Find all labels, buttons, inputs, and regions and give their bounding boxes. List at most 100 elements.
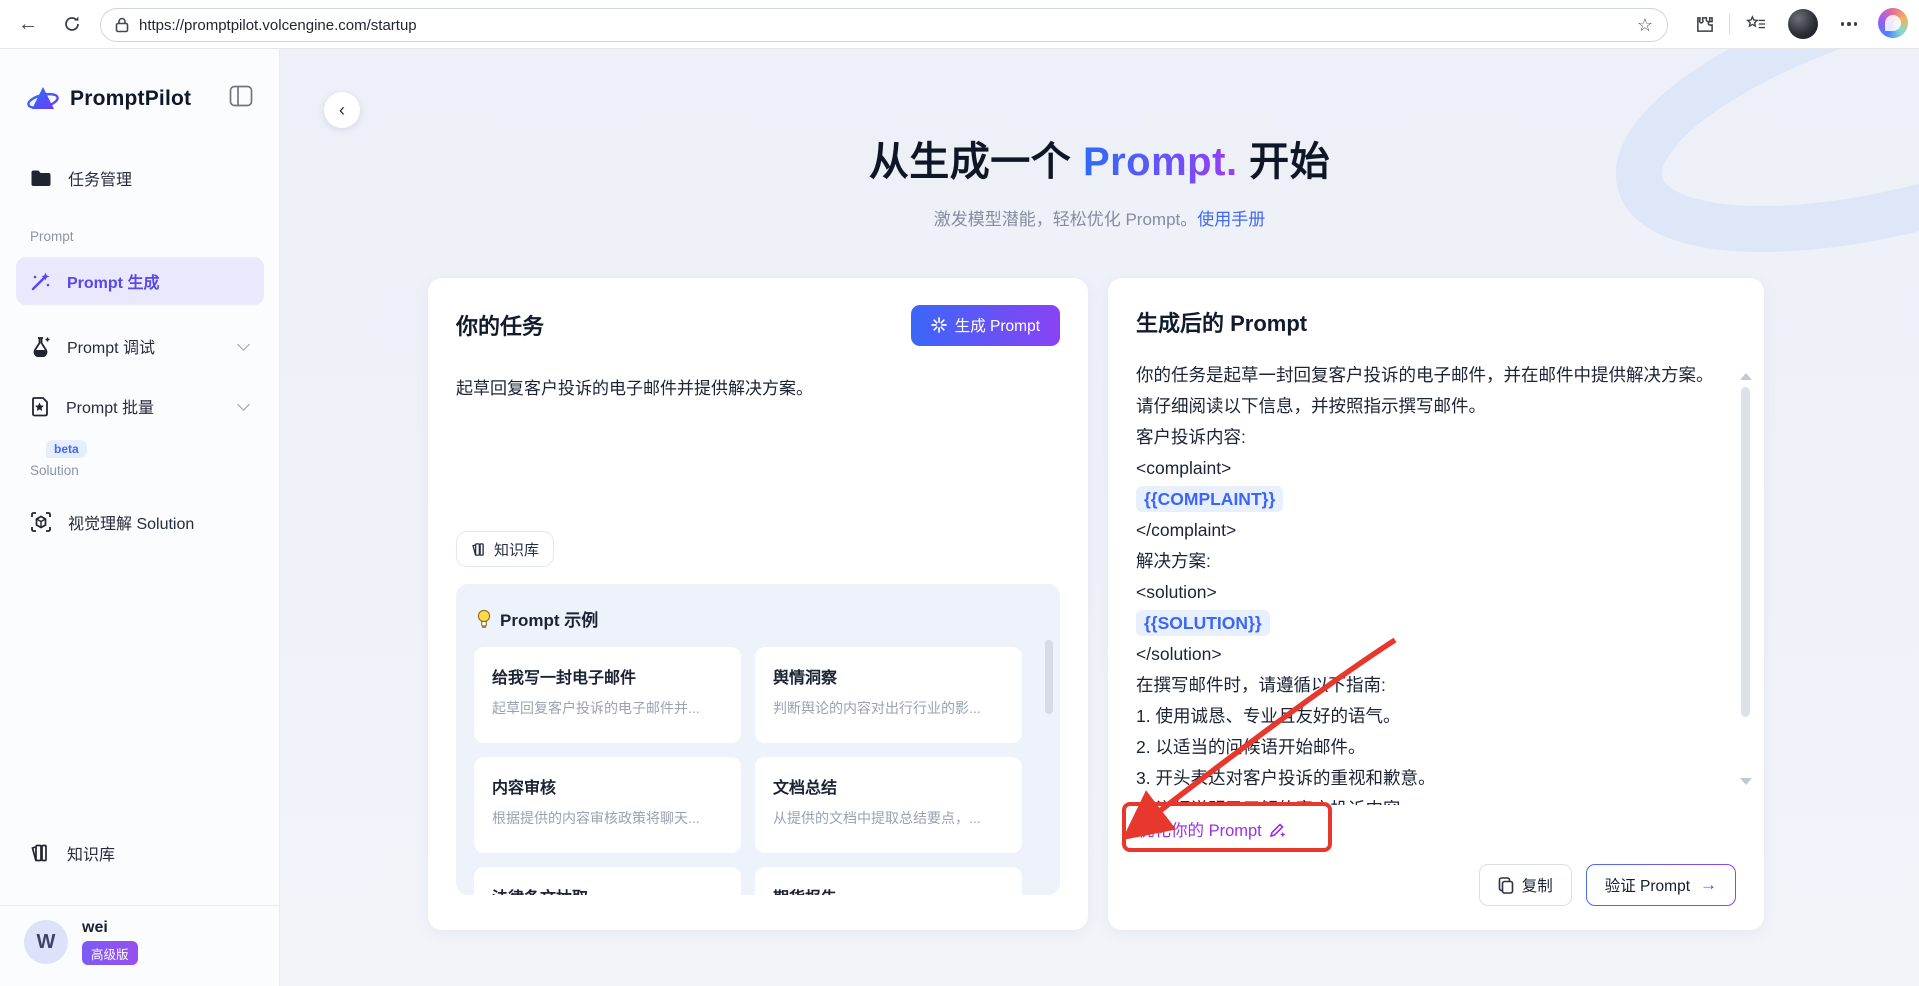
section-label-prompt: Prompt <box>30 229 74 244</box>
lock-icon <box>115 17 129 33</box>
page-title: 从生成一个 Prompt. 开始 <box>868 140 1331 184</box>
prompt-line: <complaint> <box>1136 458 1232 478</box>
prompt-line: 在撰写邮件时，请遵循以下指南: <box>1136 675 1386 695</box>
sidebar-item-knowledge-base[interactable]: 知识库 <box>16 832 264 874</box>
prompt-line: {{COMPLAINT}} <box>1136 484 1708 515</box>
prompt-examples-panel: Prompt 示例 给我写一封电子邮件 起草回复客户投诉的电子邮件并... 舆情洞察… <box>456 584 1060 895</box>
sidebar-collapse-icon[interactable] <box>229 85 255 111</box>
sidebar-item-label: 视觉理解 Solution <box>68 516 195 533</box>
prompt-line: 3. 开头表达对客户投诉的重视和歉意。 <box>1136 768 1436 788</box>
favorites-bar-icon[interactable] <box>1742 10 1770 38</box>
example-description: 判断舆论的内容对出行行业的影... <box>773 700 981 716</box>
result-card-title: 生成后的 Prompt <box>1136 311 1308 336</box>
example-title: 内容审核 <box>492 780 557 797</box>
plan-badge: 高级版 <box>82 941 138 965</box>
prompt-example-card[interactable]: 期货报告 <box>755 867 1022 895</box>
user-name: wei <box>82 919 108 936</box>
prompt-line: 2. 以适当的问候语开始邮件。 <box>1136 737 1366 757</box>
toolbar-divider <box>1729 14 1730 34</box>
prompt-example-card[interactable]: 文档总结从提供的文档中提取总结要点，... <box>755 757 1022 853</box>
back-icon[interactable]: ← <box>14 10 42 38</box>
browser-menu-icon[interactable] <box>1834 10 1864 38</box>
examples-scrollbar[interactable] <box>1045 640 1053 714</box>
examples-title: Prompt 示例 <box>476 606 1042 631</box>
prompt-example-card[interactable]: 法律条文抽取 <box>474 867 741 895</box>
sidebar-item-prompt-batch[interactable]: Prompt 批量 <box>16 385 264 427</box>
prompt-example-card[interactable]: 给我写一封电子邮件 起草回复客户投诉的电子邮件并... <box>474 647 741 743</box>
example-title: 舆情洞察 <box>773 670 838 687</box>
scroll-up-icon[interactable] <box>1740 373 1752 380</box>
example-title: 期货报告 <box>773 884 1004 895</box>
url-bar[interactable]: https://promptpilot.volcengine.com/start… <box>100 8 1668 42</box>
section-label-solution: Solution <box>30 463 79 478</box>
avatar: W <box>24 920 68 964</box>
sidebar-item-label: Prompt 批量 <box>66 400 155 417</box>
prompt-line: 客户投诉内容: <box>1136 427 1246 447</box>
beta-badge: beta <box>46 440 87 458</box>
generate-prompt-button[interactable]: 生成 Prompt <box>910 304 1060 346</box>
chevron-down-icon <box>237 338 250 351</box>
sidebar-divider <box>0 905 279 906</box>
page-subtitle: 激发模型潜能，轻松优化 Prompt。使用手册 <box>933 210 1266 229</box>
title-highlight: Prompt. <box>1082 140 1238 184</box>
prompt-line: 1. 使用诚恳、专业且友好的语气。 <box>1136 706 1401 726</box>
favorite-star-icon[interactable]: ☆ <box>1637 15 1653 36</box>
sidebar-item-task-management[interactable]: 任务管理 <box>16 157 264 199</box>
app-name: PromptPilot <box>70 87 192 110</box>
manual-link[interactable]: 使用手册 <box>1197 210 1265 229</box>
sidebar-item-prompt-generate[interactable]: Prompt 生成 <box>16 257 264 305</box>
scrollbar-thumb[interactable] <box>1741 387 1750 717</box>
knowledge-base-chip[interactable]: 知识库 <box>456 531 555 567</box>
generated-prompt-text[interactable]: 你的任务是起草一封回复客户投诉的电子邮件，并在邮件中提供解决方案。 请仔细阅读以下… <box>1136 360 1708 805</box>
prompt-line: </complaint> <box>1136 520 1237 540</box>
prompt-example-card[interactable]: 内容审核根据提供的内容审核政策将聊天... <box>474 757 741 853</box>
example-title: 法律条文抽取 <box>492 884 723 895</box>
copy-button[interactable]: 复制 <box>1478 864 1572 906</box>
example-description: 根据提供的内容审核政策将聊天... <box>492 810 700 826</box>
chevron-down-icon <box>237 398 250 411</box>
prompt-scrollbar[interactable] <box>1740 373 1752 785</box>
prompt-line: </solution> <box>1136 644 1222 664</box>
lightbulb-icon <box>477 609 491 628</box>
extensions-icon[interactable] <box>1690 10 1718 38</box>
prompt-line: 你的任务是起草一封回复客户投诉的电子邮件，并在邮件中提供解决方案。 <box>1136 365 1708 385</box>
browser-profile-avatar[interactable] <box>1788 9 1818 39</box>
books-icon <box>31 844 47 862</box>
task-card: 你的任务 生成 Prompt 起草回复客户投诉的电子邮件并提供解决方案。 知识库… <box>428 278 1088 930</box>
back-button[interactable]: ‹ <box>324 92 360 128</box>
sidebar-item-prompt-debug[interactable]: Prompt 调试 <box>16 325 264 367</box>
prompt-line: {{SOLUTION}} <box>1136 608 1708 639</box>
cube-scan-icon <box>31 512 51 532</box>
validate-prompt-button[interactable]: 验证 Prompt → <box>1586 864 1736 906</box>
prompt-variable-pill: {{COMPLAINT}} <box>1136 486 1284 512</box>
example-title: 给我写一封电子邮件 <box>492 670 637 687</box>
main-content: ‹ 从生成一个 Prompt. 开始 激发模型潜能，轻松优化 Prompt。使用… <box>280 49 1919 986</box>
task-card-title: 你的任务 <box>456 314 545 339</box>
prompt-example-card[interactable]: 舆情洞察判断舆论的内容对出行行业的影... <box>755 647 1022 743</box>
prompt-line: <solution> <box>1136 582 1217 602</box>
refresh-icon[interactable] <box>58 10 86 38</box>
sidebar-item-label: 任务管理 <box>68 172 133 189</box>
example-description: 从提供的文档中提取总结要点，... <box>773 810 981 826</box>
scroll-down-icon[interactable] <box>1740 778 1752 785</box>
flask-icon <box>33 336 50 357</box>
browser-toolbar: ← https://promptpilot.volcengine.com/sta… <box>0 0 1919 49</box>
url-text[interactable]: https://promptpilot.volcengine.com/start… <box>139 17 1637 34</box>
arrow-right-icon: → <box>1700 875 1717 894</box>
edit-sparkle-icon <box>1269 822 1286 837</box>
task-input-text[interactable]: 起草回复客户投诉的电子邮件并提供解决方案。 <box>456 374 813 399</box>
prompt-line: 4. 详细说明已了解的客户投诉内容 <box>1136 794 1708 805</box>
examples-grid: 给我写一封电子邮件 起草回复客户投诉的电子邮件并... 舆情洞察 判断舆论的内容对出行… <box>474 647 1042 895</box>
optimize-prompt-link[interactable]: 优化你的 Prompt <box>1138 817 1286 841</box>
prompt-line: 请仔细阅读以下信息，并按照指示撰写邮件。 <box>1136 396 1486 416</box>
wand-icon <box>31 272 50 290</box>
sidebar-item-label: 知识库 <box>67 847 116 864</box>
user-profile[interactable]: W wei 高级版 <box>24 919 138 965</box>
copilot-icon[interactable] <box>1878 8 1908 38</box>
prompt-line: 解决方案: <box>1136 551 1211 571</box>
sidebar-item-label: Prompt 调试 <box>67 340 156 357</box>
books-icon <box>472 542 484 556</box>
example-title: 文档总结 <box>773 780 838 797</box>
sidebar-item-vision-solution[interactable]: 视觉理解 Solution <box>16 501 264 543</box>
sidebar-item-label: Prompt 生成 <box>67 275 160 292</box>
